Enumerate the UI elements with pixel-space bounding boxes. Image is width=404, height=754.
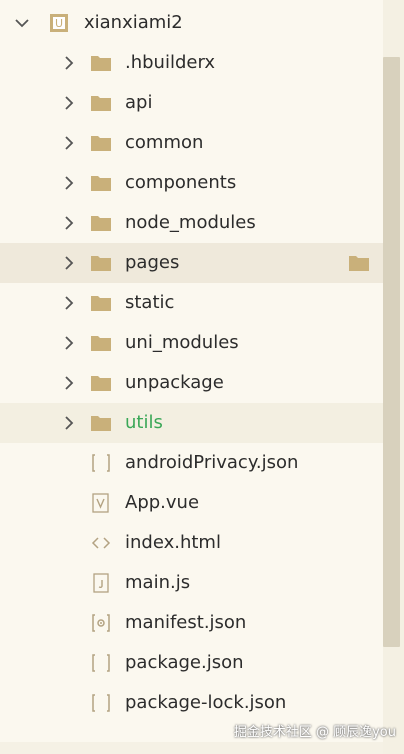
chevron-right-icon[interactable] (61, 255, 77, 271)
folder-item[interactable]: uni_modules (0, 323, 383, 363)
folder-item[interactable]: static (0, 283, 383, 323)
folder-item[interactable]: components (0, 163, 383, 203)
folder-icon (90, 212, 112, 234)
item-label: api (125, 92, 153, 113)
project-root[interactable]: U xianxiami2 (0, 3, 383, 43)
item-label: main.js (125, 572, 191, 593)
folder-icon (90, 372, 112, 394)
item-label: index.html (125, 532, 221, 553)
folder-item[interactable]: common (0, 123, 383, 163)
folder-icon (90, 172, 112, 194)
manifest-file-icon (90, 612, 112, 634)
chevron-right-icon[interactable] (61, 415, 77, 431)
file-item[interactable]: App.vue (0, 483, 383, 523)
folder-item[interactable]: api (0, 83, 383, 123)
js-file-icon (90, 572, 112, 594)
item-label: static (125, 292, 175, 313)
folder-icon (90, 332, 112, 354)
chevron-right-icon[interactable] (61, 135, 77, 151)
json-file-icon (90, 452, 112, 474)
chevron-right-icon[interactable] (61, 175, 77, 191)
folder-icon (90, 412, 112, 434)
file-item[interactable]: package-lock.json (0, 683, 383, 723)
bottom-bar (0, 742, 383, 754)
chevron-right-icon[interactable] (61, 295, 77, 311)
chevron-right-icon[interactable] (61, 375, 77, 391)
project-badge: U (55, 17, 63, 30)
file-item[interactable]: androidPrivacy.json (0, 443, 383, 483)
folder-icon (90, 132, 112, 154)
project-icon: U (48, 12, 70, 34)
chevron-right-icon[interactable] (61, 335, 77, 351)
item-label: package.json (125, 652, 244, 673)
folder-icon (90, 92, 112, 114)
chevron-right-icon[interactable] (61, 55, 77, 71)
file-item[interactable]: manifest.json (0, 603, 383, 643)
item-label: utils (125, 412, 163, 433)
json-file-icon (90, 692, 112, 714)
folder-item[interactable]: pages (0, 243, 383, 283)
item-label: androidPrivacy.json (125, 452, 299, 473)
item-label: package-lock.json (125, 692, 287, 713)
item-label: uni_modules (125, 332, 239, 353)
chevron-down-icon[interactable] (14, 15, 30, 31)
item-label: unpackage (125, 372, 224, 393)
item-label: common (125, 132, 204, 153)
file-item[interactable]: main.js (0, 563, 383, 603)
project-name: xianxiami2 (84, 12, 183, 33)
json-file-icon (90, 652, 112, 674)
html-file-icon (90, 532, 112, 554)
item-label: node_modules (125, 212, 256, 233)
chevron-right-icon[interactable] (61, 215, 77, 231)
file-item[interactable]: package.json (0, 643, 383, 683)
item-label: pages (125, 252, 180, 273)
item-label: manifest.json (125, 612, 247, 633)
folder-item[interactable]: .hbuilderx (0, 43, 383, 83)
chevron-right-icon[interactable] (61, 95, 77, 111)
item-label: App.vue (125, 492, 200, 513)
folder-icon (90, 292, 112, 314)
folder-item[interactable]: node_modules (0, 203, 383, 243)
folder-item[interactable]: utils (0, 403, 383, 443)
item-label: components (125, 172, 237, 193)
folder-icon (90, 52, 112, 74)
folder-item[interactable]: unpackage (0, 363, 383, 403)
file-item[interactable]: index.html (0, 523, 383, 563)
folder-icon (90, 252, 112, 274)
vue-file-icon (90, 492, 112, 514)
watermark: 掘金技术社区 @ 顾辰逸you (233, 725, 396, 740)
scrollbar-thumb[interactable] (383, 57, 400, 647)
item-label: .hbuilderx (125, 52, 216, 73)
open-folder-icon[interactable] (348, 252, 370, 274)
